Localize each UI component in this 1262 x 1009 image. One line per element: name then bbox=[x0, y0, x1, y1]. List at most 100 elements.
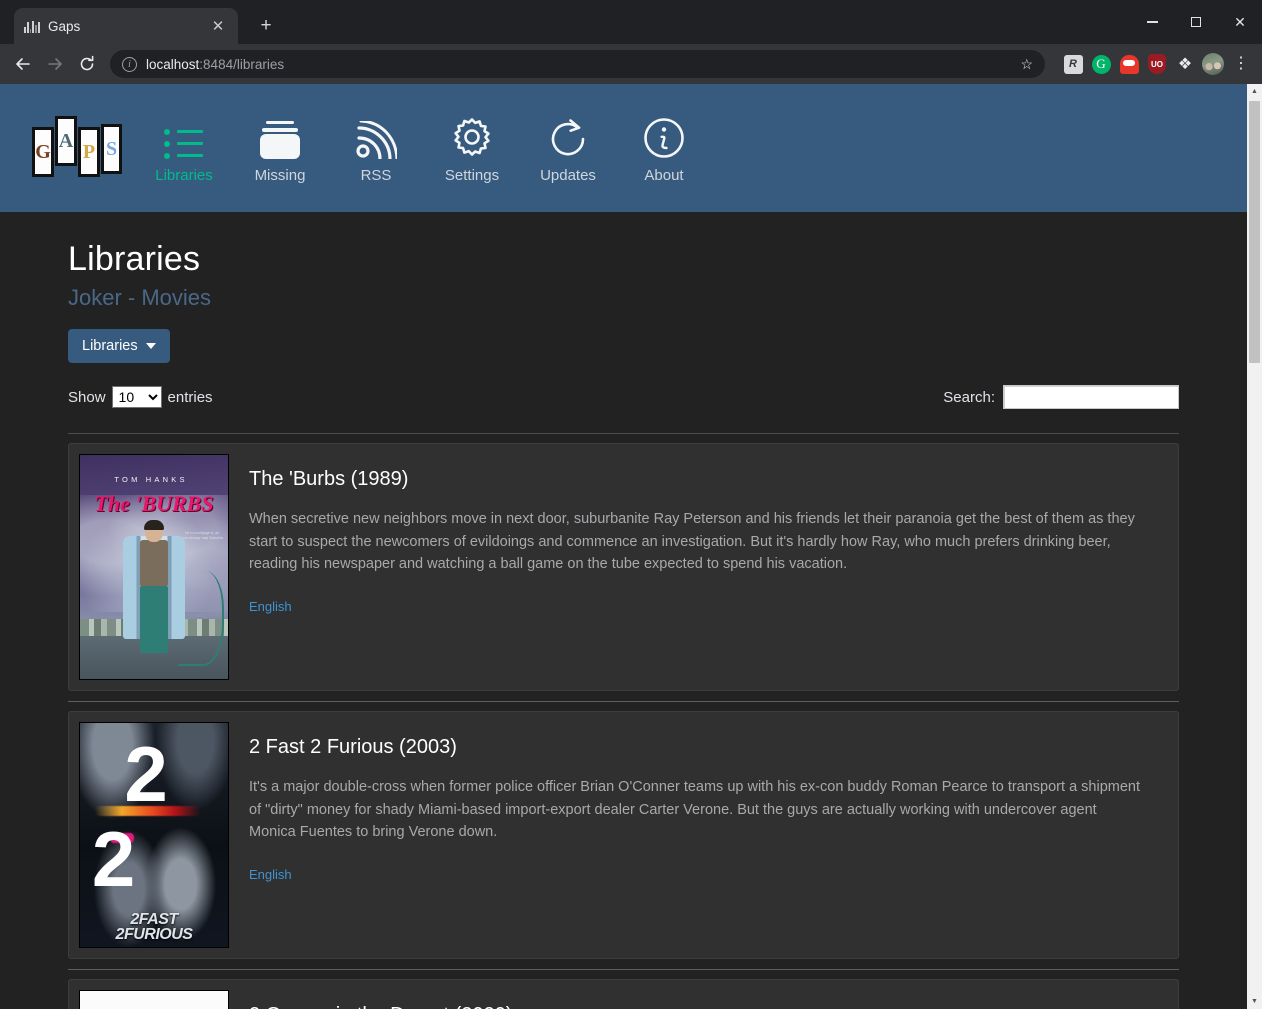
close-tab-icon[interactable]: ✕ bbox=[208, 16, 228, 36]
movie-card[interactable]: TOM HANKS The 'BURBS He's a mortgage in,… bbox=[68, 443, 1179, 691]
poster-logo-line2: 2FURIOUS bbox=[115, 926, 193, 943]
rss-icon bbox=[355, 113, 397, 159]
length-menu-suffix: entries bbox=[167, 388, 213, 406]
movie-details: 2 Graves in the Desert (2020) bbox=[249, 990, 1168, 1009]
nav-label-about: About bbox=[644, 166, 684, 184]
url-path: :8484/libraries bbox=[199, 56, 285, 72]
libraries-dropdown-label: Libraries bbox=[82, 338, 138, 354]
search-label: Search: bbox=[943, 388, 995, 406]
bookmark-star-icon[interactable]: ☆ bbox=[1020, 56, 1033, 73]
search-filter: Search: bbox=[943, 385, 1179, 409]
reload-icon[interactable] bbox=[72, 49, 102, 79]
back-button[interactable] bbox=[8, 49, 38, 79]
poster-digit-bottom: 2 bbox=[91, 815, 136, 904]
chevron-down-icon bbox=[145, 343, 156, 349]
poster-logo: 2FAST 2FURIOUS bbox=[80, 912, 228, 943]
extension-shield-icon[interactable]: UO bbox=[1144, 51, 1170, 77]
url-text: localhost:8484/libraries bbox=[146, 57, 284, 72]
browser-menu-button[interactable]: ⋮ bbox=[1228, 56, 1254, 72]
nav-item-libraries[interactable]: Libraries bbox=[136, 113, 232, 184]
movie-language-link[interactable]: English bbox=[249, 867, 292, 882]
url-host: localhost bbox=[146, 56, 200, 72]
page-scrollbar[interactable]: ▲ ▼ bbox=[1247, 84, 1262, 1009]
extension-gray-icon[interactable]: R bbox=[1060, 51, 1086, 77]
nav-item-rss[interactable]: RSS bbox=[328, 113, 424, 184]
page-viewport: G A P S Libraries Missing RSS Settings U… bbox=[0, 84, 1262, 1009]
poster-the-burbs[interactable]: TOM HANKS The 'BURBS He's a mortgage in,… bbox=[79, 454, 229, 680]
maximize-button[interactable] bbox=[1174, 0, 1218, 44]
extension-grammarly-icon[interactable]: G bbox=[1088, 51, 1114, 77]
movie-card[interactable]: 2 Graves in the Desert (2020) bbox=[68, 979, 1179, 1009]
movie-details: The 'Burbs (1989) When secretive new nei… bbox=[249, 454, 1168, 680]
logo-letter-s: S bbox=[104, 127, 119, 171]
nav-item-about[interactable]: About bbox=[616, 113, 712, 184]
extensions-puzzle-icon[interactable]: ❖ bbox=[1172, 51, 1198, 77]
new-tab-button[interactable]: + bbox=[252, 12, 280, 40]
list-icon bbox=[164, 113, 204, 159]
nav-label-updates: Updates bbox=[540, 166, 596, 184]
navbar-items: Libraries Missing RSS Settings Updates A… bbox=[136, 113, 712, 184]
movie-list: TOM HANKS The 'BURBS He's a mortgage in,… bbox=[68, 433, 1179, 1009]
length-menu: Show 10 25 50 100 entries bbox=[68, 386, 213, 408]
nav-item-updates[interactable]: Updates bbox=[520, 113, 616, 184]
refresh-icon bbox=[547, 113, 589, 159]
extensions-area: R G UO ❖ ⋮ bbox=[1054, 51, 1254, 77]
scroll-down-button[interactable]: ▼ bbox=[1247, 994, 1262, 1009]
extension-red-ghost-icon[interactable] bbox=[1116, 51, 1142, 77]
movie-language-link[interactable]: English bbox=[249, 599, 292, 614]
address-bar[interactable]: i localhost:8484/libraries ☆ bbox=[110, 50, 1045, 78]
browser-toolbar: i localhost:8484/libraries ☆ R G UO ❖ ⋮ bbox=[0, 44, 1262, 84]
web-page: G A P S Libraries Missing RSS Settings U… bbox=[0, 84, 1247, 1009]
poster-digit-top: 2 bbox=[124, 730, 168, 819]
window-controls: ✕ bbox=[1130, 0, 1262, 44]
logo-letter-g: G bbox=[35, 130, 51, 174]
nav-label-missing: Missing bbox=[254, 166, 306, 184]
tab-title: Gaps bbox=[48, 18, 81, 34]
page-subtitle: Joker - Movies bbox=[68, 285, 212, 310]
nav-label-libraries: Libraries bbox=[155, 166, 213, 184]
gaps-logo[interactable]: G A P S bbox=[32, 112, 122, 184]
entries-per-page-select[interactable]: 10 25 50 100 bbox=[111, 386, 162, 408]
app-navbar: G A P S Libraries Missing RSS Settings U… bbox=[0, 84, 1247, 212]
gaps-favicon-icon bbox=[24, 20, 40, 33]
scroll-up-button[interactable]: ▲ bbox=[1247, 84, 1262, 99]
poster-2-graves-in-the-desert[interactable] bbox=[79, 990, 229, 1009]
site-info-icon[interactable]: i bbox=[122, 56, 137, 72]
poster-2-fast-2-furious[interactable]: 2 2 2FAST 2FURIOUS bbox=[79, 722, 229, 948]
movie-description: It's a major double-cross when former po… bbox=[249, 779, 1140, 840]
poster-credit: TOM HANKS bbox=[114, 475, 188, 485]
movie-card[interactable]: 2 2 2FAST 2FURIOUS 2 Fast 2 Furious (200… bbox=[68, 711, 1179, 959]
movie-title: 2 Fast 2 Furious (2003) bbox=[249, 736, 457, 758]
nav-item-settings[interactable]: Settings bbox=[424, 113, 520, 184]
minimize-button[interactable] bbox=[1130, 0, 1174, 44]
gear-icon bbox=[450, 113, 494, 159]
tab-strip: Gaps ✕ + ✕ bbox=[0, 0, 1262, 44]
poster-title-art: The 'BURBS bbox=[94, 490, 214, 516]
browser-tab[interactable]: Gaps ✕ bbox=[14, 8, 238, 44]
nav-item-missing[interactable]: Missing bbox=[232, 113, 328, 184]
scrollbar-thumb[interactable] bbox=[1249, 101, 1260, 363]
movie-description: When secretive new neighbors move in nex… bbox=[249, 511, 1135, 572]
table-controls: Show 10 25 50 100 entries Search: bbox=[68, 385, 1179, 409]
close-window-button[interactable]: ✕ bbox=[1218, 0, 1262, 44]
nav-label-rss: RSS bbox=[360, 166, 392, 184]
libraries-dropdown-button[interactable]: Libraries bbox=[68, 329, 170, 363]
search-input[interactable] bbox=[1003, 385, 1179, 409]
browser-window: Gaps ✕ + ✕ i localhost:8484/libraries ☆ … bbox=[0, 0, 1262, 1009]
logo-letter-p: P bbox=[81, 130, 97, 174]
logo-letter-a: A bbox=[58, 119, 74, 163]
movie-title: The 'Burbs (1989) bbox=[249, 468, 409, 490]
info-icon bbox=[643, 113, 685, 159]
poster-tagline: He's a mortgage in, an even strange bag!… bbox=[181, 531, 223, 541]
box-icon bbox=[257, 113, 303, 159]
profile-avatar[interactable] bbox=[1200, 51, 1226, 77]
list-item: 2 Graves in the Desert (2020) bbox=[68, 970, 1179, 1009]
forward-button[interactable] bbox=[40, 49, 70, 79]
movie-details: 2 Fast 2 Furious (2003) It's a major dou… bbox=[249, 722, 1168, 948]
list-item: TOM HANKS The 'BURBS He's a mortgage in,… bbox=[68, 434, 1179, 702]
movie-title: 2 Graves in the Desert (2020) bbox=[249, 1004, 1168, 1009]
page-content: Libraries Joker - Movies Libraries Show … bbox=[0, 212, 1247, 1009]
list-item: 2 2 2FAST 2FURIOUS 2 Fast 2 Furious (200… bbox=[68, 702, 1179, 970]
nav-label-settings: Settings bbox=[444, 166, 500, 184]
page-title: Libraries bbox=[68, 240, 201, 278]
